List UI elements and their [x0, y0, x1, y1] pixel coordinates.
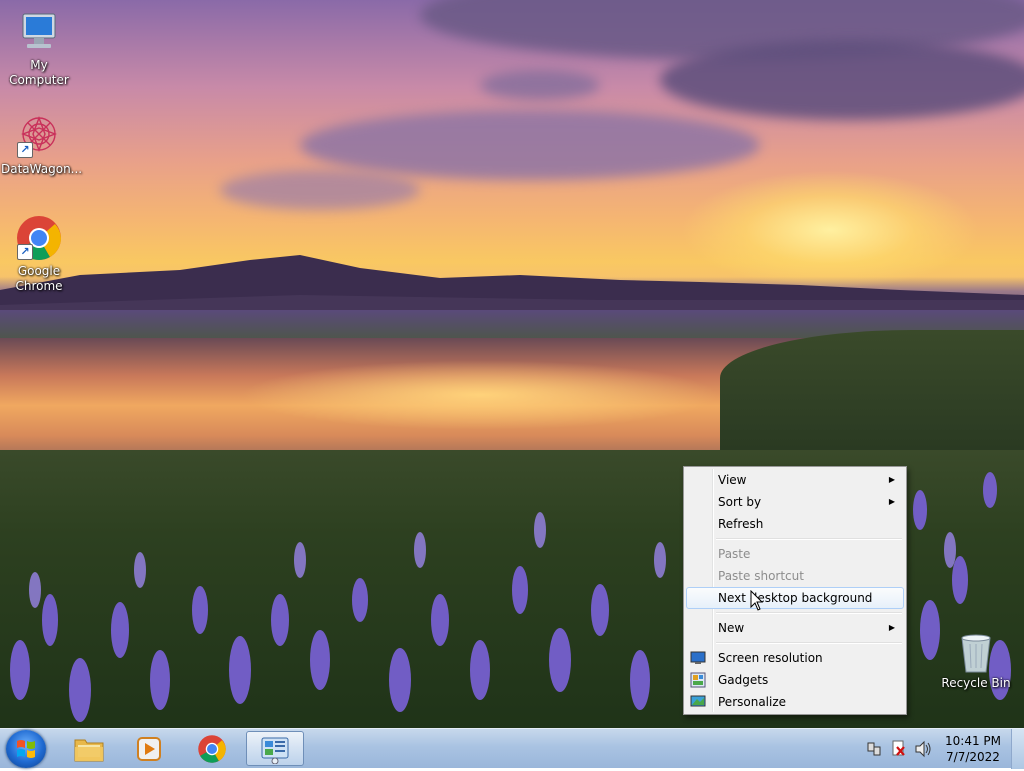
- submenu-arrow-icon: ▶: [888, 623, 895, 632]
- taskbar-file-explorer[interactable]: [60, 731, 118, 766]
- submenu-arrow-icon: ▶: [888, 475, 895, 484]
- clock-time: 10:41 PM: [945, 734, 1001, 748]
- volume-icon[interactable]: [914, 729, 932, 769]
- system-clock[interactable]: 10:41 PM 7/7/2022: [942, 733, 1004, 765]
- menu-item-label: Personalize: [718, 695, 787, 709]
- shortcut-arrow-icon: ↗: [17, 244, 33, 260]
- show-desktop-button[interactable]: [1011, 729, 1024, 769]
- folder-icon: [74, 739, 104, 762]
- desktop[interactable]: My Computer ↗ DataWagon... ↗ Google Chro…: [0, 0, 1024, 728]
- menu-item-label: View: [718, 473, 747, 487]
- desktop-icon-label: Google Chrome: [15, 264, 63, 293]
- desktop-icon-my-computer[interactable]: My Computer: [1, 8, 77, 88]
- personalize-icon: [690, 694, 706, 710]
- chrome-icon: ↗: [15, 214, 63, 262]
- menu-item-paste-shortcut: Paste shortcut: [686, 565, 904, 587]
- network-icon[interactable]: [866, 729, 882, 769]
- menu-item-refresh[interactable]: Refresh: [686, 513, 904, 535]
- clock-date: 7/7/2022: [946, 750, 1000, 764]
- start-button[interactable]: [6, 730, 46, 768]
- menu-item-next-desktop-background[interactable]: Next desktop background: [686, 587, 904, 609]
- menu-item-label: Paste: [718, 547, 751, 561]
- taskbar: 10:41 PM 7/7/2022: [0, 728, 1024, 769]
- shortcut-arrow-icon: ↗: [17, 142, 33, 158]
- desktop-icon-recycle-bin[interactable]: Recycle Bin: [938, 630, 1014, 691]
- action-center-icon[interactable]: [890, 729, 906, 769]
- gadgets-icon: [690, 672, 706, 688]
- desktop-icon-label: My Computer: [9, 58, 69, 87]
- menu-separator: [716, 642, 902, 644]
- menu-item-label: Refresh: [718, 517, 764, 531]
- desktop-icon-google-chrome[interactable]: ↗ Google Chrome: [1, 214, 77, 294]
- taskbar-control-panel[interactable]: [246, 731, 304, 766]
- chrome-icon: [198, 735, 226, 763]
- menu-separator: [716, 612, 902, 614]
- menu-item-label: New: [718, 621, 745, 635]
- menu-item-label: Screen resolution: [718, 651, 823, 665]
- desktop-icon-label: Recycle Bin: [941, 676, 1011, 690]
- menu-item-label: Next desktop background: [718, 591, 873, 605]
- menu-item-new[interactable]: New ▶: [686, 617, 904, 639]
- recycle-bin-icon: [956, 630, 996, 674]
- menu-item-screen-resolution[interactable]: Screen resolution: [686, 647, 904, 669]
- taskbar-media-player[interactable]: [120, 731, 178, 766]
- menu-item-gadgets[interactable]: Gadgets: [686, 669, 904, 691]
- menu-item-label: Gadgets: [718, 673, 769, 687]
- mouse-cursor-icon: [750, 590, 764, 611]
- desktop-icon-label: DataWagon...: [1, 162, 83, 176]
- windows-logo-icon: [17, 740, 35, 758]
- computer-icon: [15, 8, 63, 56]
- menu-item-label: Sort by: [718, 495, 762, 509]
- menu-item-sort-by[interactable]: Sort by ▶: [686, 491, 904, 513]
- menu-item-label: Paste shortcut: [718, 569, 804, 583]
- screen-resolution-icon: [690, 650, 706, 666]
- menu-item-personalize[interactable]: Personalize: [686, 691, 904, 713]
- menu-separator: [716, 538, 902, 540]
- control-panel-icon: [261, 737, 289, 764]
- submenu-arrow-icon: ▶: [888, 497, 895, 506]
- menu-item-view[interactable]: View ▶: [686, 469, 904, 491]
- desktop-context-menu: View ▶ Sort by ▶ Refresh Paste Paste sho…: [683, 466, 907, 715]
- desktop-icon-datawagon[interactable]: ↗ DataWagon...: [1, 112, 82, 177]
- menu-item-paste: Paste: [686, 543, 904, 565]
- media-player-icon: [137, 737, 161, 761]
- taskbar-chrome[interactable]: [183, 731, 241, 766]
- datawagon-icon: ↗: [15, 112, 63, 160]
